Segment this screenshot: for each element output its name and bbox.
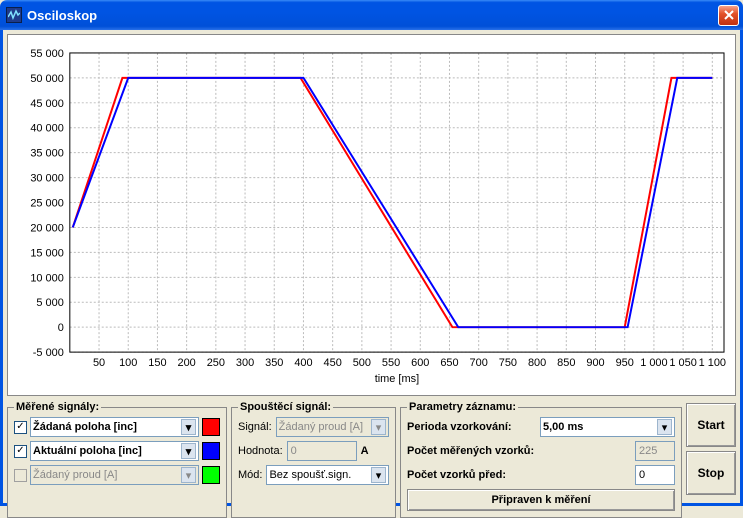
- chevron-down-icon: ▾: [181, 443, 196, 459]
- svg-text:55 000: 55 000: [30, 48, 64, 60]
- svg-text:450: 450: [324, 357, 342, 369]
- signal-combo: Žádaný proud [A]▾: [30, 465, 199, 485]
- svg-text:200: 200: [178, 357, 196, 369]
- window-title: Osciloskop: [27, 8, 718, 23]
- svg-text:35 000: 35 000: [30, 148, 64, 160]
- svg-text:850: 850: [557, 357, 575, 369]
- signal-color-swatch[interactable]: [202, 418, 220, 436]
- svg-text:50: 50: [93, 357, 105, 369]
- svg-text:550: 550: [382, 357, 400, 369]
- svg-text:20 000: 20 000: [30, 222, 64, 234]
- trigger-signal-label: Signál:: [238, 421, 272, 433]
- measured-signals-group: Měřené signály: ✓Žádaná poloha [inc]▾✓Ak…: [7, 401, 227, 518]
- svg-text:40 000: 40 000: [30, 123, 64, 135]
- svg-text:350: 350: [265, 357, 283, 369]
- svg-text:5 000: 5 000: [36, 297, 63, 309]
- svg-text:30 000: 30 000: [30, 173, 64, 185]
- start-button[interactable]: Start: [686, 403, 736, 447]
- svg-text:25 000: 25 000: [30, 198, 64, 210]
- signal-checkbox[interactable]: ✓: [14, 421, 27, 434]
- svg-text:1 050: 1 050: [669, 357, 696, 369]
- sampling-period-combo[interactable]: 5,00 ms ▾: [540, 417, 675, 437]
- trigger-mode-combo[interactable]: Bez spoušť.sign. ▾: [266, 465, 389, 485]
- svg-text:700: 700: [470, 357, 488, 369]
- chevron-down-icon: ▾: [181, 419, 196, 435]
- sample-count-input: 225: [635, 441, 675, 461]
- svg-text:50 000: 50 000: [30, 73, 64, 85]
- svg-text:15 000: 15 000: [30, 247, 64, 259]
- sampling-period-label: Perioda vzorkování:: [407, 421, 536, 433]
- svg-text:1 100: 1 100: [699, 357, 726, 369]
- chevron-down-icon: ▾: [371, 419, 386, 435]
- trigger-legend: Spouštěcí signál:: [238, 401, 333, 413]
- svg-text:150: 150: [148, 357, 166, 369]
- chevron-down-icon: ▾: [371, 467, 386, 483]
- svg-text:800: 800: [528, 357, 546, 369]
- sample-count-label: Počet měřených vzorků:: [407, 445, 631, 457]
- params-legend: Parametry záznamu:: [407, 401, 518, 413]
- svg-text:600: 600: [411, 357, 429, 369]
- trigger-value-label: Hodnota:: [238, 445, 283, 457]
- chart-area: -5 000 0 5 000 10 000 15 000 20 000 25 000 30 0…: [7, 34, 736, 396]
- signals-legend: Měřené signály:: [14, 401, 101, 413]
- svg-text:45 000: 45 000: [30, 98, 64, 110]
- oscilloscope-plot: -5 000 0 5 000 10 000 15 000 20 000 25 000 30 0…: [8, 35, 735, 394]
- svg-text:400: 400: [294, 357, 312, 369]
- signal-combo[interactable]: Aktuální poloha [inc]▾: [30, 441, 199, 461]
- trigger-signal-combo[interactable]: Žádaný proud [A] ▾: [276, 417, 389, 437]
- svg-text:10 000: 10 000: [30, 272, 64, 284]
- signal-row: Žádaný proud [A]▾: [14, 465, 220, 485]
- trigger-mode-label: Mód:: [238, 469, 262, 481]
- trigger-signal-group: Spouštěcí signál: Signál: Žádaný proud […: [231, 401, 396, 518]
- signal-checkbox[interactable]: ✓: [14, 445, 27, 458]
- svg-text:-5 000: -5 000: [33, 347, 64, 359]
- title-bar: Osciloskop: [0, 0, 743, 30]
- signal-color-swatch[interactable]: [202, 466, 220, 484]
- samples-before-input[interactable]: 0: [635, 465, 675, 485]
- svg-text:1 000: 1 000: [640, 357, 667, 369]
- stop-button[interactable]: Stop: [686, 451, 736, 495]
- signal-row: ✓Žádaná poloha [inc]▾: [14, 417, 220, 437]
- chevron-down-icon: ▾: [657, 419, 672, 435]
- trigger-value-unit: A: [361, 445, 369, 457]
- svg-text:500: 500: [353, 357, 371, 369]
- samples-before-label: Počet vzorků před:: [407, 469, 631, 481]
- svg-text:750: 750: [499, 357, 517, 369]
- svg-text:950: 950: [616, 357, 634, 369]
- svg-text:0: 0: [58, 322, 64, 334]
- signal-color-swatch[interactable]: [202, 442, 220, 460]
- svg-text:100: 100: [119, 357, 137, 369]
- signal-row: ✓Aktuální poloha [inc]▾: [14, 441, 220, 461]
- svg-text:time [ms]: time [ms]: [375, 373, 419, 385]
- svg-text:300: 300: [236, 357, 254, 369]
- svg-text:900: 900: [586, 357, 604, 369]
- chevron-down-icon: ▾: [181, 467, 196, 483]
- trigger-value-input[interactable]: 0: [287, 441, 357, 461]
- status-text: Připraven k měření: [407, 489, 675, 511]
- record-params-group: Parametry záznamu: Perioda vzorkování: 5…: [400, 401, 682, 518]
- signal-checkbox: [14, 469, 27, 482]
- svg-text:250: 250: [207, 357, 225, 369]
- svg-text:650: 650: [440, 357, 458, 369]
- oscilloscope-icon: [6, 7, 22, 23]
- close-button[interactable]: [718, 5, 739, 26]
- signal-combo[interactable]: Žádaná poloha [inc]▾: [30, 417, 199, 437]
